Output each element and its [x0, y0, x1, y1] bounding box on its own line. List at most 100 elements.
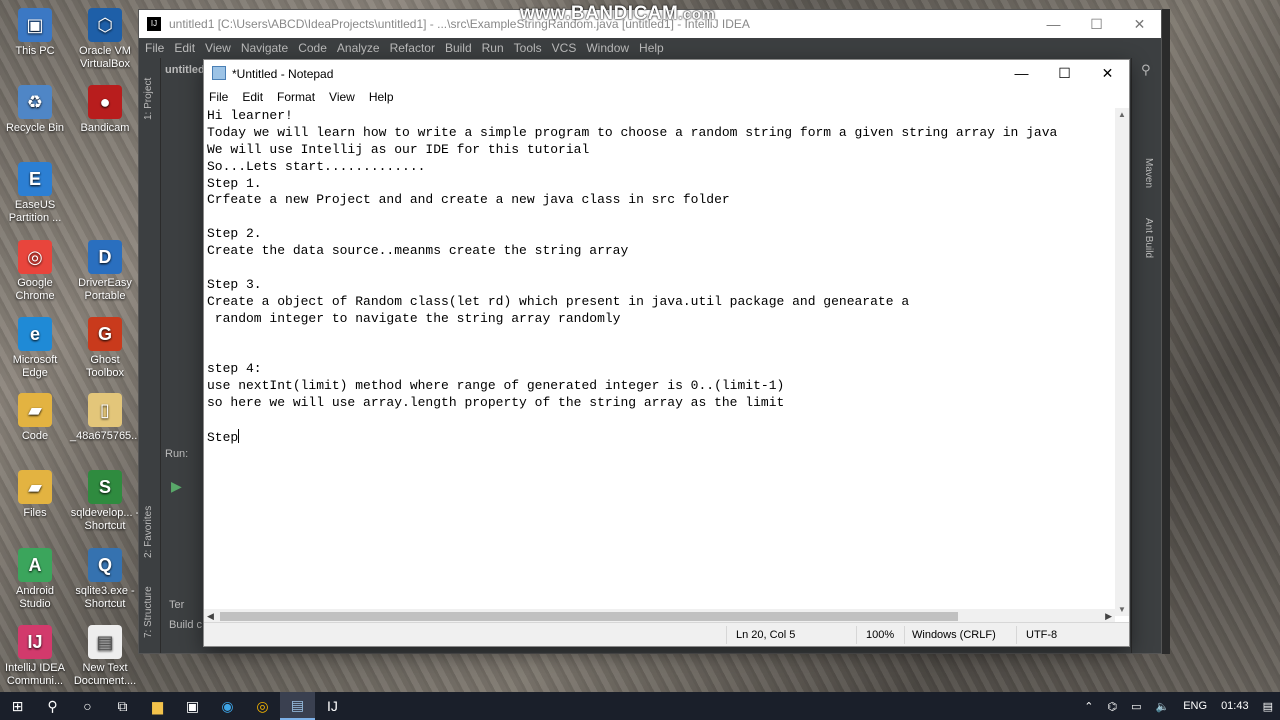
- text-line-content: use nextInt(limit) method where range of…: [207, 378, 785, 394]
- scroll-up-icon[interactable]: ▲: [1118, 110, 1126, 119]
- notepad-title-text: *Untitled - Notepad: [232, 66, 334, 81]
- desktop-icon[interactable]: ▰ Files: [0, 470, 70, 520]
- text-line: [207, 209, 1115, 226]
- intellij-menubar: File Edit View Navigate Code Analyze Refactor B…: [139, 38, 1161, 58]
- desktop-icon[interactable]: ◎ Google Chrome: [0, 240, 70, 303]
- text-line: use nextInt(limit) method where range of…: [207, 378, 1115, 395]
- close-icon[interactable]: ✕: [1118, 10, 1161, 38]
- notepad-menu-item[interactable]: Format: [277, 90, 315, 104]
- network-icon[interactable]: ⌬: [1108, 700, 1118, 713]
- intellij-menu-item[interactable]: Analyze: [337, 41, 380, 55]
- desktop-icon[interactable]: e Microsoft Edge: [0, 317, 70, 380]
- cortana-icon[interactable]: ○: [70, 692, 105, 720]
- horizontal-scroll-thumb[interactable]: [220, 612, 958, 621]
- desktop-icon[interactable]: ▣ This PC: [0, 8, 70, 58]
- tab-ant-build[interactable]: Ant Build: [1143, 218, 1154, 258]
- intellij-menu-item[interactable]: View: [205, 41, 231, 55]
- project-label[interactable]: untitled: [165, 64, 205, 76]
- tab-structure[interactable]: 7: Structure: [143, 586, 154, 638]
- tab-project[interactable]: 1: Project: [143, 78, 154, 120]
- text-line: We will use Intellij as our IDE for this…: [207, 142, 1115, 159]
- status-separator: [1016, 626, 1017, 644]
- desktop-icon[interactable]: ⬡ Oracle VM VirtualBox: [70, 8, 140, 71]
- tab-maven[interactable]: Maven: [1143, 158, 1154, 188]
- volume-icon[interactable]: 🔈: [1156, 700, 1170, 713]
- desktop-icon[interactable]: Ssqldevelop... - Shortcut: [70, 470, 140, 533]
- intellij-menu-item[interactable]: Edit: [174, 41, 195, 55]
- edge-icon[interactable]: ◉: [210, 692, 245, 720]
- desktop-icon-label: This PC: [15, 45, 55, 57]
- notepad-window-controls: — ☐ ✕: [1000, 60, 1129, 87]
- text-line-content: Step 1.: [207, 175, 262, 191]
- sqlite-icon: Q: [88, 548, 122, 582]
- notepad-statusbar: Ln 20, Col 5 100% Windows (CRLF) UTF-8: [204, 622, 1129, 646]
- minimize-icon[interactable]: —: [1000, 60, 1043, 87]
- maximize-icon[interactable]: ☐: [1075, 10, 1118, 38]
- desktop-icon[interactable]: IJ IntelliJ IDEA Communi...: [0, 625, 70, 688]
- horizontal-scrollbar[interactable]: ◀ ▶: [204, 609, 1115, 623]
- intellij-menu-item[interactable]: Tools: [514, 41, 542, 55]
- store-icon[interactable]: ▣: [175, 692, 210, 720]
- file-explorer-icon[interactable]: ▆: [140, 692, 175, 720]
- scroll-left-icon[interactable]: ◀: [207, 609, 214, 623]
- notepad-taskbar-icon[interactable]: ▤: [280, 692, 315, 720]
- desktop-icon[interactable]: D DriverEasy Portable: [70, 240, 140, 303]
- text-line: Hi learner!: [207, 108, 1115, 125]
- desktop-icon[interactable]: ▤ New Text Document....: [70, 625, 140, 688]
- terminal-tab[interactable]: Ter: [169, 599, 184, 611]
- intellij-menu-item[interactable]: VCS: [552, 41, 577, 55]
- desktop-icon-label: EaseUS Partition ...: [8, 199, 62, 224]
- tray-chevron-icon[interactable]: ⌃: [1084, 700, 1093, 713]
- computer-icon: ▣: [18, 8, 52, 42]
- search-icon[interactable]: ⚲: [1141, 62, 1151, 78]
- close-icon[interactable]: ✕: [1086, 60, 1129, 87]
- minimize-icon[interactable]: —: [1032, 10, 1075, 38]
- intellij-taskbar-icon[interactable]: IJ: [315, 692, 350, 720]
- intellij-menu-item[interactable]: Run: [482, 41, 504, 55]
- run-icon[interactable]: ▶: [171, 478, 182, 495]
- text-line: [207, 260, 1115, 277]
- desktop-icon[interactable]: E EaseUS Partition ...: [0, 162, 70, 225]
- intellij-menu-item[interactable]: Refactor: [390, 41, 435, 55]
- start-button[interactable]: ⊞: [0, 692, 35, 720]
- intellij-menu-item[interactable]: Window: [586, 41, 629, 55]
- intellij-menu-item[interactable]: File: [145, 41, 164, 55]
- desktop-icon-label: New Text Document....: [73, 662, 137, 687]
- notepad-menu-item[interactable]: File: [209, 90, 228, 104]
- notifications-icon[interactable]: ▤: [1263, 700, 1273, 713]
- text-line-content: Step 3.: [207, 276, 262, 292]
- notepad-menu-item[interactable]: Help: [369, 90, 394, 104]
- run-label: Run:: [165, 448, 189, 460]
- scroll-right-icon[interactable]: ▶: [1105, 609, 1112, 623]
- intellij-menu-item[interactable]: Code: [298, 41, 327, 55]
- desktop-icon[interactable]: A Android Studio: [0, 548, 70, 611]
- notepad-menu-item[interactable]: View: [329, 90, 355, 104]
- text-line: Step 1.: [207, 176, 1115, 193]
- desktop-icon[interactable]: ▰ Code: [0, 393, 70, 443]
- notepad-text-area[interactable]: Hi learner! Today we will learn how to wr…: [204, 108, 1115, 616]
- desktop-icon-label: sqldevelop... - Shortcut: [70, 507, 140, 532]
- battery-icon[interactable]: ▭: [1131, 700, 1141, 713]
- language-indicator[interactable]: ENG: [1183, 700, 1207, 712]
- maximize-icon[interactable]: ☐: [1043, 60, 1086, 87]
- notepad-menu-item[interactable]: Edit: [242, 90, 263, 104]
- intellij-menu-item[interactable]: Navigate: [241, 41, 288, 55]
- build-tab[interactable]: Build c: [169, 619, 202, 631]
- text-line-content: Step: [207, 429, 239, 445]
- desktop-icon[interactable]: ♻ Recycle Bin: [0, 85, 70, 135]
- clock[interactable]: 01:43: [1221, 700, 1249, 712]
- intellij-menu-item[interactable]: Help: [639, 41, 664, 55]
- desktop-icon[interactable]: Qsqlite3.exe - Shortcut: [70, 548, 140, 611]
- text-line: So...Lets start.............: [207, 159, 1115, 176]
- search-icon[interactable]: ⚲: [35, 692, 70, 720]
- desktop-icon-label: DriverEasy Portable: [78, 277, 132, 302]
- tab-favorites[interactable]: 2: Favorites: [143, 506, 154, 558]
- desktop-icon[interactable]: ● Bandicam: [70, 85, 140, 135]
- desktop-icon[interactable]: G Ghost Toolbox: [70, 317, 140, 380]
- desktop-icon[interactable]: ▯ _48a675765...: [70, 393, 140, 443]
- chrome-icon[interactable]: ◎: [245, 692, 280, 720]
- scroll-down-icon[interactable]: ▼: [1118, 605, 1126, 614]
- task-view-icon[interactable]: ⧉: [105, 692, 140, 720]
- vertical-scrollbar[interactable]: ▲ ▼: [1115, 108, 1129, 616]
- intellij-menu-item[interactable]: Build: [445, 41, 472, 55]
